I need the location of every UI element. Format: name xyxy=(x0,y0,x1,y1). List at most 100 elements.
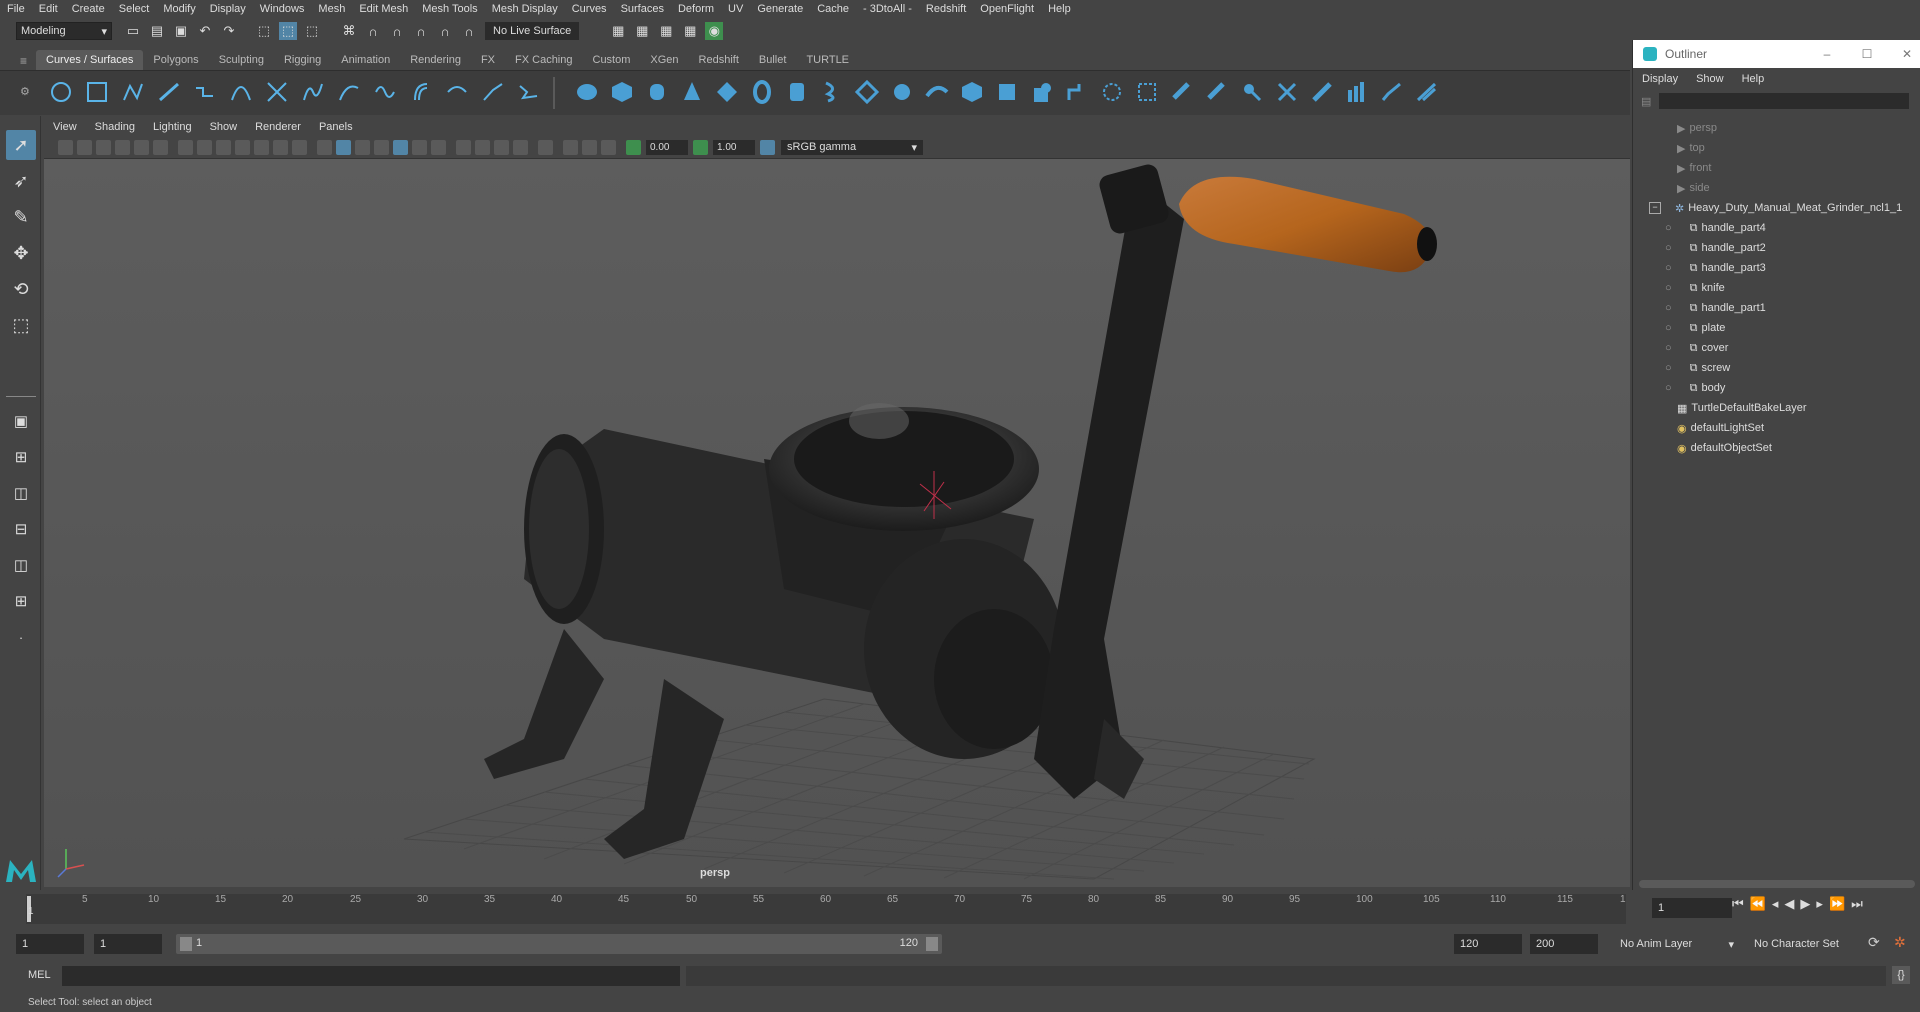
textured-icon[interactable] xyxy=(393,139,408,155)
untrim-icon[interactable] xyxy=(1169,79,1195,105)
tab-rendering[interactable]: Rendering xyxy=(400,50,471,70)
tab-turtle[interactable]: TURTLE xyxy=(796,50,859,70)
depth-of-field-icon[interactable] xyxy=(513,139,528,155)
playback-prefs-icon[interactable]: ✲ xyxy=(1894,934,1906,951)
menu-windows[interactable]: Windows xyxy=(253,0,312,18)
screen-space-ao-icon[interactable] xyxy=(456,139,471,155)
open-scene-icon[interactable]: ▤ xyxy=(148,22,166,40)
bevel-plus-icon[interactable] xyxy=(959,79,985,105)
default-material-icon[interactable] xyxy=(355,139,370,155)
menu-create[interactable]: Create xyxy=(65,0,112,18)
menu-display[interactable]: Display xyxy=(203,0,253,18)
shelf-menu-icon[interactable]: ≡ xyxy=(20,54,27,68)
nurbs-cone-icon[interactable] xyxy=(679,79,705,105)
panel-menu-view[interactable]: View xyxy=(44,121,86,133)
outliner-item-child[interactable]: ○ ⧉ handle_part1 xyxy=(1633,298,1920,318)
nurbs-cylinder-icon[interactable] xyxy=(644,79,670,105)
wireframe-on-shaded-icon[interactable] xyxy=(374,139,389,155)
filter-icon[interactable]: ▤ xyxy=(1641,95,1651,108)
sculpt-geometry-icon[interactable] xyxy=(1414,79,1440,105)
outliner-menu-show[interactable]: Show xyxy=(1687,73,1733,85)
offset-surface-icon[interactable] xyxy=(1344,79,1370,105)
meat-grinder-model[interactable] xyxy=(484,162,1437,879)
menu-surfaces[interactable]: Surfaces xyxy=(614,0,671,18)
outliner-item-child[interactable]: ○ ⧉ knife xyxy=(1633,278,1920,298)
render-view-icon[interactable]: ▦ xyxy=(609,22,627,40)
tab-fx-caching[interactable]: FX Caching xyxy=(505,50,582,70)
script-editor-icon[interactable]: {} xyxy=(1892,966,1910,984)
tab-curves-surfaces[interactable]: Curves / Surfaces xyxy=(36,50,144,70)
outliner-item-front[interactable]: ▶ front xyxy=(1633,158,1920,178)
panel-menu-show[interactable]: Show xyxy=(201,121,247,133)
anti-aliasing-icon[interactable] xyxy=(494,139,509,155)
tab-xgen[interactable]: XGen xyxy=(640,50,688,70)
panel-menu-shading[interactable]: Shading xyxy=(86,121,144,133)
outliner-item-child[interactable]: ○ ⧉ cover xyxy=(1633,338,1920,358)
go-to-start-icon[interactable]: ⏮ xyxy=(1732,896,1744,912)
intersect-icon[interactable] xyxy=(1099,79,1125,105)
menu-curves[interactable]: Curves xyxy=(565,0,614,18)
step-forward-key-icon[interactable]: ⏩ xyxy=(1829,896,1845,912)
menu-deform[interactable]: Deform xyxy=(671,0,721,18)
menu-cache[interactable]: Cache xyxy=(810,0,856,18)
outliner-item-set[interactable]: ▦ TurtleDefaultBakeLayer xyxy=(1633,398,1920,418)
outliner-item-persp[interactable]: ▶ persp xyxy=(1633,118,1920,138)
cv-curve-icon[interactable] xyxy=(120,79,146,105)
menu-modify[interactable]: Modify xyxy=(156,0,202,18)
nurbs-plane-icon[interactable] xyxy=(714,79,740,105)
menu-uv[interactable]: UV xyxy=(721,0,750,18)
image-plane-icon[interactable] xyxy=(115,139,130,155)
single-perspective-icon[interactable]: ▣ xyxy=(6,406,36,436)
grease-pencil-icon[interactable] xyxy=(153,139,168,155)
tab-redshift[interactable]: Redshift xyxy=(689,50,749,70)
xray-joints-icon[interactable] xyxy=(601,139,616,155)
time-slider[interactable]: 1 5 10 15 20 25 30 35 40 45 50 55 60 65 … xyxy=(0,890,1920,928)
render-frame-icon[interactable]: ▦ xyxy=(633,22,651,40)
planar-icon[interactable] xyxy=(854,79,880,105)
live-surface-field[interactable]: No Live Surface xyxy=(485,22,580,40)
nurbs-circle-icon[interactable] xyxy=(48,79,74,105)
outliner-item-child[interactable]: ○ ⧉ body xyxy=(1633,378,1920,398)
birail-icon[interactable] xyxy=(924,79,950,105)
outliner-item-child[interactable]: ○ ⧉ handle_part2 xyxy=(1633,238,1920,258)
viewport-persp[interactable]: persp xyxy=(44,159,1630,887)
nurbs-square-icon[interactable] xyxy=(84,79,110,105)
hypershade-layout-icon[interactable]: ◫ xyxy=(6,550,36,580)
nurbs-cube-icon[interactable] xyxy=(609,79,635,105)
snap-grid-icon[interactable]: ⌘ xyxy=(340,22,358,40)
lasso-tool-icon[interactable]: ➶ xyxy=(6,166,36,196)
mode-selector[interactable]: Modeling ▾ xyxy=(16,22,112,40)
safe-action-icon[interactable] xyxy=(273,139,288,155)
tab-bullet[interactable]: Bullet xyxy=(749,50,797,70)
offset-curve-icon[interactable] xyxy=(408,79,434,105)
rotate-tool-icon[interactable]: ⟲ xyxy=(6,274,36,304)
square-surface-icon[interactable] xyxy=(1029,79,1055,105)
insert-knot-icon[interactable] xyxy=(336,79,362,105)
snap-curve-icon[interactable]: ∩ xyxy=(364,22,382,40)
four-view-icon[interactable]: ⊞ xyxy=(6,442,36,472)
tab-polygons[interactable]: Polygons xyxy=(143,50,208,70)
revolve-icon[interactable] xyxy=(784,79,810,105)
menu-help[interactable]: Help xyxy=(1041,0,1078,18)
attach-curves-icon[interactable] xyxy=(264,79,290,105)
select-hierarchy-icon[interactable]: ⬚ xyxy=(255,22,273,40)
save-scene-icon[interactable]: ▣ xyxy=(172,22,190,40)
xray-icon[interactable] xyxy=(563,139,578,155)
extend-curve-icon[interactable] xyxy=(372,79,398,105)
menu-redshift[interactable]: Redshift xyxy=(919,0,973,18)
command-input[interactable] xyxy=(62,966,680,986)
snap-surface-icon[interactable]: ∩ xyxy=(436,22,454,40)
use-all-lights-icon[interactable] xyxy=(412,139,427,155)
step-forward-frame-icon[interactable]: ▸ xyxy=(1816,896,1823,912)
pencil-curve-icon[interactable] xyxy=(192,79,218,105)
redo-icon[interactable]: ↷ xyxy=(220,22,238,40)
outliner-menu-help[interactable]: Help xyxy=(1733,73,1774,85)
select-component-icon[interactable]: ⬚ xyxy=(303,22,321,40)
gamma-field[interactable]: 1.00 xyxy=(713,139,755,155)
character-set-dropdown[interactable]: No Character Set xyxy=(1754,934,1864,954)
current-frame-field[interactable]: 1 xyxy=(1652,898,1732,918)
exposure-icon[interactable] xyxy=(626,139,641,155)
paint-select-icon[interactable]: ✎ xyxy=(6,202,36,232)
extrude-icon[interactable] xyxy=(889,79,915,105)
menu-file[interactable]: File xyxy=(0,0,32,18)
